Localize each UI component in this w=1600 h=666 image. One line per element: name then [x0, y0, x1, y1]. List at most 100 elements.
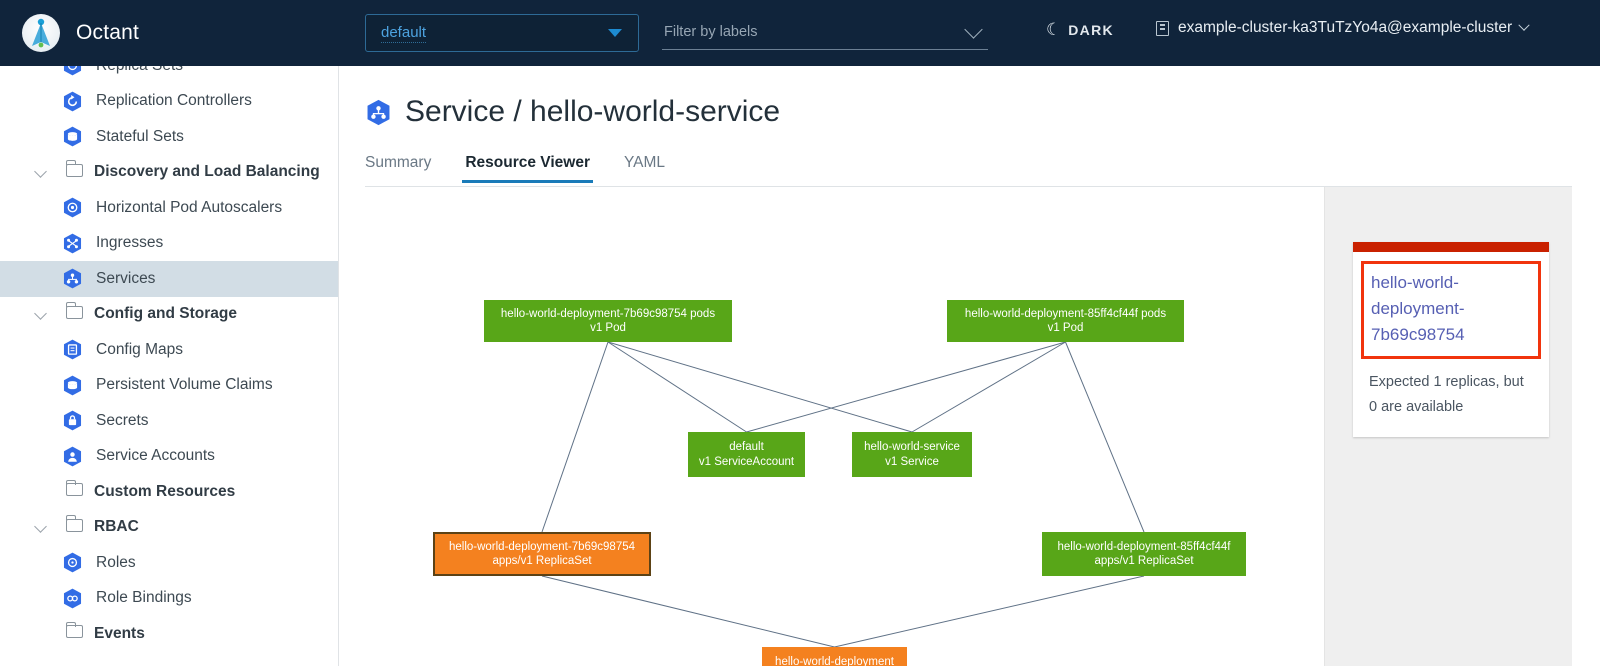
graph-node-name: hello-world-deployment-85ff4cf44f pods	[953, 307, 1178, 322]
sidebar-item-horizontal-pod-autoscalers[interactable]: Horizontal Pod Autoscalers	[0, 190, 338, 226]
graph-edge	[912, 342, 1066, 432]
sidebar-item-label: Horizontal Pod Autoscalers	[96, 199, 282, 217]
graph-node-pod-7b69[interactable]: hello-world-deployment-7b69c98754 podsv1…	[484, 300, 732, 342]
sidebar-item-service-accounts[interactable]: Service Accounts	[0, 439, 338, 475]
tab-summary[interactable]: Summary	[365, 154, 431, 182]
graph-edges	[365, 187, 1324, 666]
k8s-ingress-icon	[62, 233, 83, 254]
sidebar-item-label: Discovery and Load Balancing	[94, 163, 320, 181]
graph-node-sa-default[interactable]: defaultv1 ServiceAccount	[688, 432, 805, 477]
graph-node-rs-7b69[interactable]: hello-world-deployment-7b69c98754apps/v1…	[433, 532, 651, 576]
sidebar-item-config-maps[interactable]: Config Maps	[0, 332, 338, 368]
sidebar-item-label: Persistent Volume Claims	[96, 376, 273, 394]
sidebar-item-rbac[interactable]: RBAC	[0, 510, 338, 546]
sidebar-item-label: Ingresses	[96, 234, 163, 252]
k8s-configmap-icon	[62, 339, 83, 360]
sidebar-item-label: Replica Sets	[96, 66, 183, 75]
graph-node-kind: v1 ServiceAccount	[694, 455, 799, 470]
graph-node-name: hello-world-deployment	[768, 655, 901, 666]
chevron-down-icon[interactable]	[34, 520, 47, 533]
folder-icon	[66, 306, 83, 319]
sidebar-item-events[interactable]: Events	[0, 616, 338, 652]
tab-bar: Summary Resource Viewer YAML	[365, 154, 1572, 187]
k8s-serviceaccount-icon	[62, 446, 83, 467]
sidebar-item-ingresses[interactable]: Ingresses	[0, 226, 338, 262]
namespace-selector[interactable]: default	[365, 14, 639, 52]
alert-resource-link[interactable]: hello-world-deployment-7b69c98754	[1361, 261, 1541, 359]
sidebar-item-label: Role Bindings	[96, 589, 192, 607]
folder-icon	[66, 519, 83, 532]
sidebar-item-label: Events	[94, 625, 145, 643]
sidebar-item-roles[interactable]: Roles	[0, 545, 338, 581]
sidebar-item-stateful-sets[interactable]: Stateful Sets	[0, 119, 338, 155]
chevron-down-icon	[1519, 20, 1530, 31]
graph-node-name: hello-world-deployment-7b69c98754 pods	[490, 307, 726, 322]
graph-node-deploy[interactable]: hello-world-deploymentapps/v1 Deployment	[762, 647, 907, 666]
sidebar-item-secrets[interactable]: Secrets	[0, 403, 338, 439]
sidebar-item-label: Service Accounts	[96, 447, 215, 465]
sidebar-item-config-and-storage[interactable]: Config and Storage	[0, 297, 338, 333]
graph-edge	[747, 342, 1066, 432]
sidebar-item-label: Custom Resources	[94, 483, 235, 501]
cluster-icon	[1156, 21, 1169, 36]
graph-node-name: hello-world-deployment-85ff4cf44f	[1048, 540, 1240, 555]
alert-severity-bar	[1353, 242, 1549, 252]
k8s-replicationcontroller-icon	[62, 91, 83, 112]
sidebar-item-label: Services	[96, 270, 155, 288]
dark-mode-toggle[interactable]: ☾ DARK	[1046, 20, 1114, 40]
k8s-rolebinding-icon	[62, 588, 83, 609]
label-filter-placeholder: Filter by labels	[664, 24, 757, 40]
namespace-value: default	[381, 24, 426, 43]
sidebar-item-discovery-and-load-balancing[interactable]: Discovery and Load Balancing	[0, 155, 338, 191]
sidebar-item-role-bindings[interactable]: Role Bindings	[0, 581, 338, 617]
sidebar-item-replica-sets[interactable]: Replica Sets	[0, 66, 338, 84]
graph-node-name: hello-world-deployment-7b69c98754	[441, 540, 643, 555]
chevron-down-icon[interactable]	[34, 165, 47, 178]
main-content: Service / hello-world-service Summary Res…	[340, 66, 1600, 666]
sidebar-item-persistent-volume-claims[interactable]: Persistent Volume Claims	[0, 368, 338, 404]
label-filter-input[interactable]: Filter by labels	[662, 16, 988, 50]
cluster-name: example-cluster-ka3TuTzYo4a@example-clus…	[1178, 19, 1512, 37]
status-alert-card: hello-world-deployment-7b69c98754 Expect…	[1353, 242, 1549, 437]
sidebar-item-label: Config Maps	[96, 341, 183, 359]
resource-graph[interactable]: hello-world-deployment-7b69c98754 pods v1…	[365, 187, 1324, 666]
graph-node-svc-hello[interactable]: hello-world-servicev1 Service	[852, 432, 972, 477]
sidebar-item-label: Stateful Sets	[96, 128, 184, 146]
sidebar-item-label: Secrets	[96, 412, 149, 430]
k8s-service-icon	[62, 268, 83, 289]
k8s-hpa-icon	[62, 197, 83, 218]
alert-message: Expected 1 replicas, but 0 are available	[1353, 359, 1549, 437]
graph-edge	[542, 576, 835, 647]
sidebar-item-replication-controllers[interactable]: Replication Controllers	[0, 84, 338, 120]
k8s-role-icon	[62, 552, 83, 573]
graph-node-kind: apps/v1 ReplicaSet	[441, 554, 643, 569]
folder-icon	[66, 625, 83, 638]
chevron-down-icon	[608, 29, 622, 37]
sidebar-item-services[interactable]: Services	[0, 261, 338, 297]
tab-yaml[interactable]: YAML	[624, 154, 665, 182]
folder-icon	[66, 164, 83, 177]
graph-node-kind: v1 Pod	[953, 321, 1178, 336]
graph-node-pod-85ff[interactable]: hello-world-deployment-85ff4cf44f podsv1…	[947, 300, 1184, 342]
details-side-panel: hello-world-deployment-7b69c98754 Expect…	[1324, 187, 1572, 666]
sidebar-item-label: Config and Storage	[94, 305, 237, 323]
chevron-down-icon	[964, 20, 982, 38]
sidebar-item-label: RBAC	[94, 518, 139, 536]
moon-icon: ☾	[1046, 20, 1061, 40]
cluster-selector[interactable]: example-cluster-ka3TuTzYo4a@example-clus…	[1156, 19, 1528, 37]
sidebar-navigation: Replica Sets Replication Controllers State…	[0, 66, 339, 666]
tab-resource-viewer[interactable]: Resource Viewer	[465, 154, 590, 182]
k8s-secret-icon	[62, 410, 83, 431]
graph-node-name: hello-world-service	[858, 440, 966, 455]
graph-node-name: default	[694, 440, 799, 455]
graph-node-kind: v1 Service	[858, 455, 966, 470]
graph-node-kind: apps/v1 ReplicaSet	[1048, 554, 1240, 569]
sidebar-item-custom-resources[interactable]: Custom Resources	[0, 474, 338, 510]
chevron-down-icon[interactable]	[34, 307, 47, 320]
brand[interactable]: Octant	[22, 14, 139, 52]
folder-icon	[66, 483, 83, 496]
k8s-statefulset-icon	[62, 126, 83, 147]
page-title: Service / hello-world-service	[365, 95, 780, 129]
graph-edge	[542, 342, 608, 532]
graph-node-rs-85ff[interactable]: hello-world-deployment-85ff4cf44fapps/v1…	[1042, 532, 1246, 576]
